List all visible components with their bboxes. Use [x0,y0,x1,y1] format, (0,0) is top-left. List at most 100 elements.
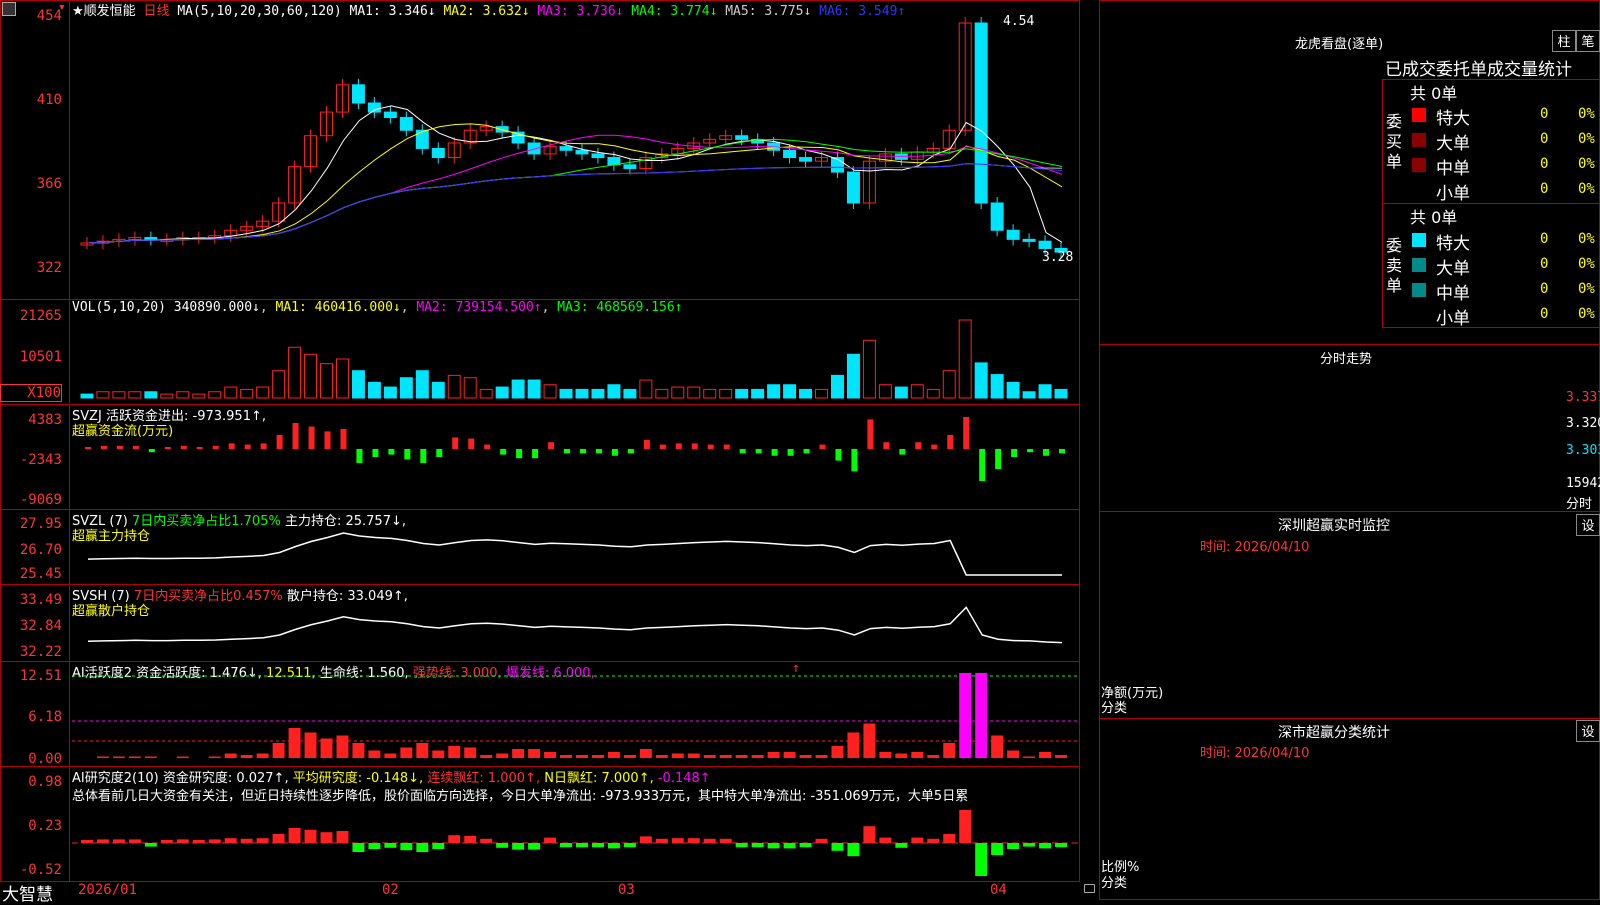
research-bar [975,843,988,876]
activity-bar [416,743,429,758]
research-bar [1039,843,1052,849]
fund-flow-bar [340,429,347,449]
research-bar [192,840,205,843]
volume-bar [304,353,318,399]
research-bar [224,838,237,843]
volume-bar [703,388,717,399]
research-bar [352,843,365,852]
research-bar [847,843,860,857]
volume-bar [144,391,158,399]
volume-bar [910,384,924,399]
fund-flow-bar [835,449,842,461]
sell-label: 委卖单 [1386,236,1403,295]
volume-bar [655,388,669,399]
stroke-button[interactable]: 笔 [1576,30,1600,52]
fund-flow-bar [643,439,650,449]
activity-bar [496,753,509,758]
activity-bar [799,755,812,758]
research-bar [384,843,397,848]
sell-row-name: 大单 [1436,259,1470,279]
research-bar [943,834,956,843]
research-bar [911,837,924,843]
buy-total: 共 0单 [1410,84,1458,103]
research-bar [320,832,333,843]
activity-bar [847,732,860,758]
activity-bar [320,738,333,758]
research-bar [799,843,812,848]
column-button[interactable]: 柱 [1552,30,1576,52]
fund-flow-bar [579,449,586,454]
classify-settings-button[interactable]: 设 [1576,720,1600,742]
chart-canvas[interactable]: 838.04散户135.9中户-622.86大户-351.07超大838.043… [0,0,1100,900]
price-candle [351,84,365,104]
sell-row-percent: 0% [1578,256,1595,272]
research-bar [496,843,509,848]
research-bar [448,835,461,843]
fund-flow-bar [260,443,267,449]
fund-flow-bar [212,445,219,449]
research-bar [176,839,189,843]
activity-bar [112,756,125,758]
fund-flow-bar [564,449,571,454]
research-bar [623,843,636,848]
fund-flow-bar [851,449,858,472]
volume-bar [160,393,174,399]
fund-flow-bar [372,449,379,457]
fund-flow-bar [404,449,411,460]
volume-bar [607,384,621,399]
fund-flow-bar [1027,449,1034,453]
monitor-time: 时间: 2026/04/10 [1200,540,1310,555]
price-candle [1022,238,1036,242]
volume-bar [415,370,429,399]
research-bar [256,838,269,843]
intraday-panel[interactable] [1099,344,1600,512]
research-bar [240,838,253,843]
classify-title: 深市超赢分类统计 [1278,725,1390,741]
fund-flow-bar [436,449,443,457]
activity-bar [432,750,445,758]
fund-flow-bar [819,444,826,449]
ma-line [87,163,1063,244]
activity-bar [607,752,620,758]
volume-bar [272,370,286,399]
fund-flow-bar [659,444,666,449]
research-bar [336,831,349,843]
price-candle [431,147,445,159]
fund-flow-bar [292,423,299,449]
sell-row-value: 0 [1540,231,1549,247]
fund-flow-bar [516,449,523,459]
volume-bar [783,384,797,399]
fund-flow-bar [244,444,251,449]
volume-bar [543,384,557,399]
research-bar [81,840,93,843]
fund-flow-bar [899,449,906,455]
monitor-settings-button[interactable]: 设 [1576,514,1600,536]
volume-bar [495,386,509,399]
sell-row-percent: 0% [1578,231,1595,247]
fund-flow-bar [627,449,634,454]
volume-bar [1038,384,1052,399]
activity-bar [128,756,141,758]
activity-bar [576,755,588,758]
sell-row-name: 特大 [1436,234,1470,254]
fund-flow-bar [995,449,1002,469]
activity-bar [304,732,317,758]
research-bar [128,839,141,843]
intraday-vol: 15942 [1566,476,1600,491]
volume-bar [990,374,1004,399]
price-candle [623,164,637,169]
fund-flow-bar [1059,449,1066,454]
price-candle [383,111,397,119]
fund-flow-bar [452,437,459,449]
sell-swatch-icon [1412,258,1426,272]
price-candle [575,149,589,155]
price-candle [990,202,1004,231]
volume-bar [335,358,349,399]
fund-flow-bar [180,445,187,449]
fund-flow-bar [132,445,139,449]
research-bar [576,843,588,848]
activity-bar [240,755,253,758]
research-bar [687,838,700,843]
fund-flow-bar [675,443,682,449]
activity-bar [703,755,716,758]
